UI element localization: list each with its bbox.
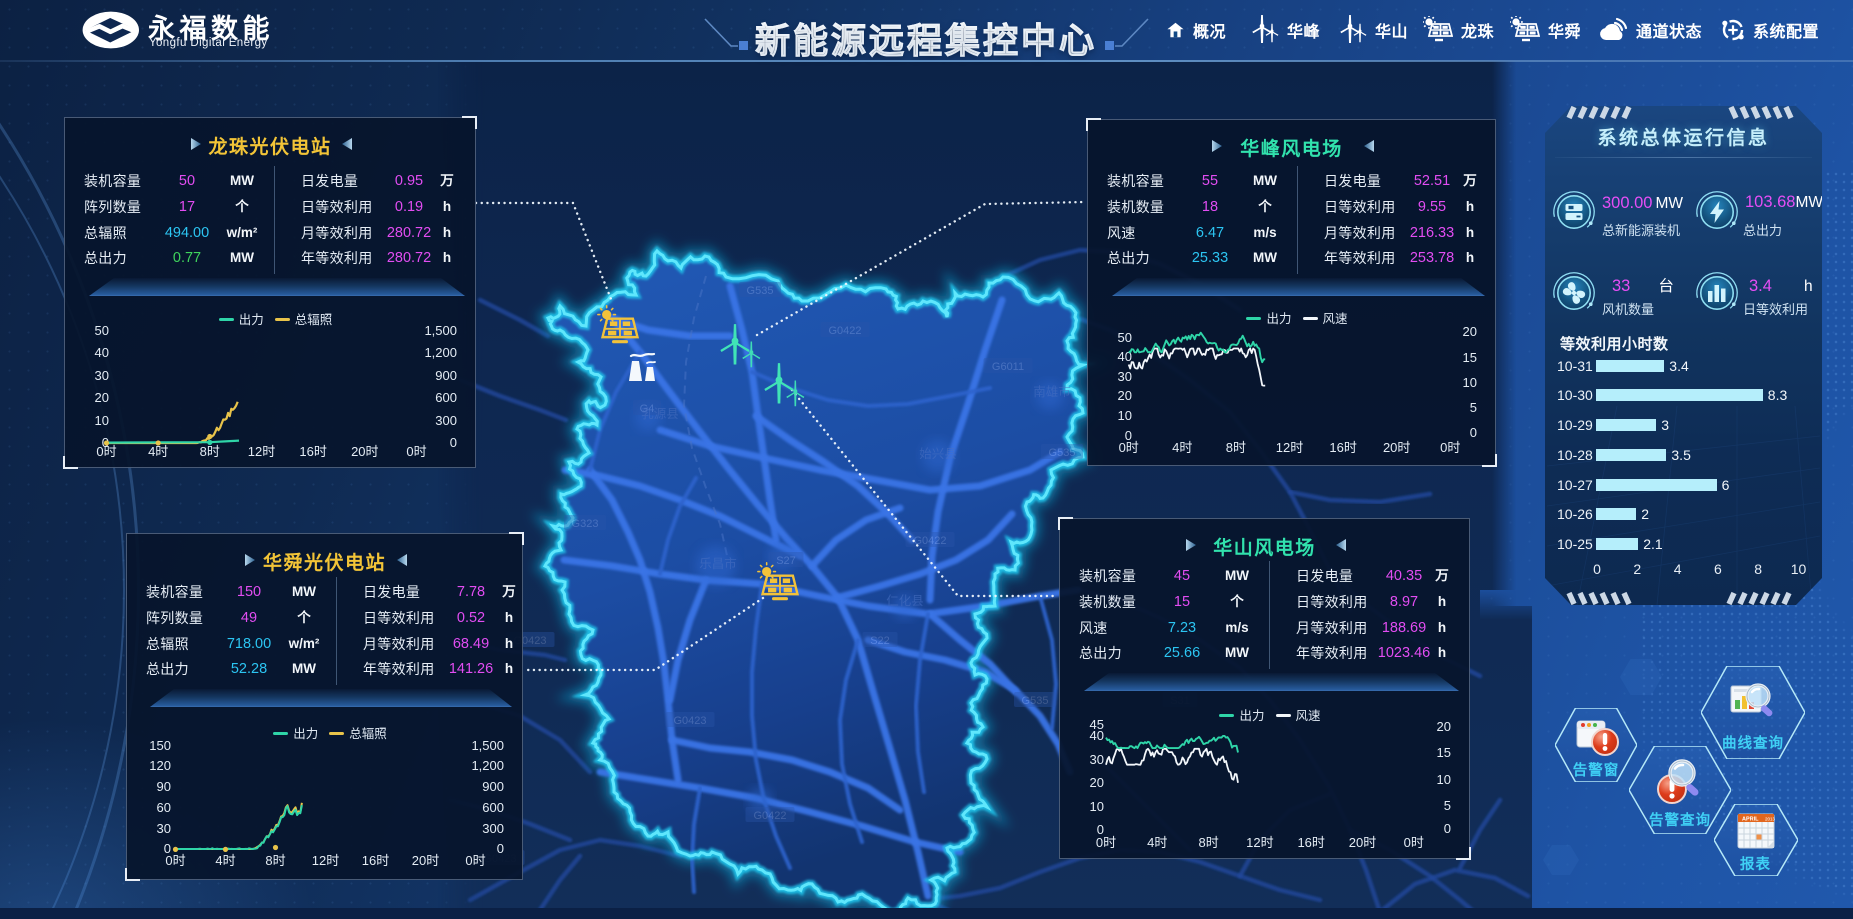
svg-text:G535: G535: [747, 285, 774, 297]
svg-text:始兴县: 始兴县: [919, 447, 957, 461]
svg-text:S27: S27: [776, 555, 796, 567]
svg-text:G535: G535: [1022, 695, 1049, 707]
svg-text:S22: S22: [870, 635, 890, 647]
svg-text:G0422: G0422: [828, 325, 861, 337]
svg-text:APRIL: APRIL: [1742, 816, 1759, 822]
svg-text:G323: G323: [572, 518, 599, 530]
svg-text:G0422: G0422: [913, 535, 946, 547]
svg-text:南雄市: 南雄市: [1033, 384, 1071, 399]
svg-text:G0423: G0423: [673, 715, 706, 727]
svg-text:G0422: G0422: [753, 810, 786, 822]
svg-text:G535: G535: [1049, 447, 1076, 459]
svg-text:2013: 2013: [1765, 816, 1776, 821]
svg-text:乳源县: 乳源县: [641, 407, 679, 421]
svg-text:仁化县: 仁化县: [886, 594, 924, 608]
svg-text:G6011: G6011: [992, 361, 1024, 373]
svg-text:乐昌市: 乐昌市: [699, 556, 737, 571]
